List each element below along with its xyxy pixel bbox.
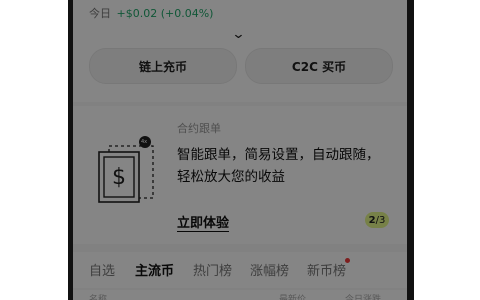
try-now-link[interactable]: 立即体验 [177,212,230,232]
market-table-header: 名称 最新价 今日涨跌 [73,290,407,300]
today-pnl: 今日 +$0.02 (+0.04%) [89,5,213,21]
onchain-deposit-button[interactable]: 链上充币 [89,48,237,84]
phone-frame: 今日 +$0.02 (+0.04%) ⌄ 链上充币 C2C 买币 $ 4x 合约… [68,0,414,300]
leverage-badge: 4x [141,139,148,145]
promo-description: 智能跟单，简易设置，自动跟随，轻松放大您的收益 [177,147,380,185]
dollar-document-icon: $ [98,136,154,203]
c2c-buy-button[interactable]: C2C 买币 [245,48,393,84]
page-current: 2 [368,214,376,226]
new-coins-notification-dot [345,258,350,263]
today-change-value: +$0.02 (+0.04%) [116,7,214,20]
tab-new-coins[interactable]: 新币榜 [307,260,346,279]
page-total: /3 [375,214,386,226]
column-change: 今日涨跌 [345,295,382,300]
column-price: 最新价 [279,295,307,300]
tab-hot[interactable]: 热门榜 [193,260,232,279]
tab-gainers[interactable]: 涨幅榜 [250,260,289,279]
copy-trading-promo-card[interactable]: $ 4x 合约跟单 智能跟单，简易设置，自动跟随，轻松放大您的收益 立即体验 2… [73,106,407,244]
balance-section: 今日 +$0.02 (+0.04%) ⌄ 链上充币 C2C 买币 [73,0,407,102]
market-tabs: 自选 主流币 热门榜 涨幅榜 新币榜 [73,252,407,288]
carousel-page-indicator: 2 /3 [365,212,389,228]
tab-mainstream[interactable]: 主流币 [135,260,174,279]
chevron-down-icon[interactable]: ⌄ [231,27,245,42]
svg-text:$: $ [112,165,126,190]
today-label: 今日 [89,7,111,20]
promo-tag: 合约跟单 [177,122,221,135]
app-screen: 今日 +$0.02 (+0.04%) ⌄ 链上充币 C2C 买币 $ 4x 合约… [73,0,407,300]
column-name: 名称 [89,295,108,300]
tab-favorites[interactable]: 自选 [89,260,115,279]
